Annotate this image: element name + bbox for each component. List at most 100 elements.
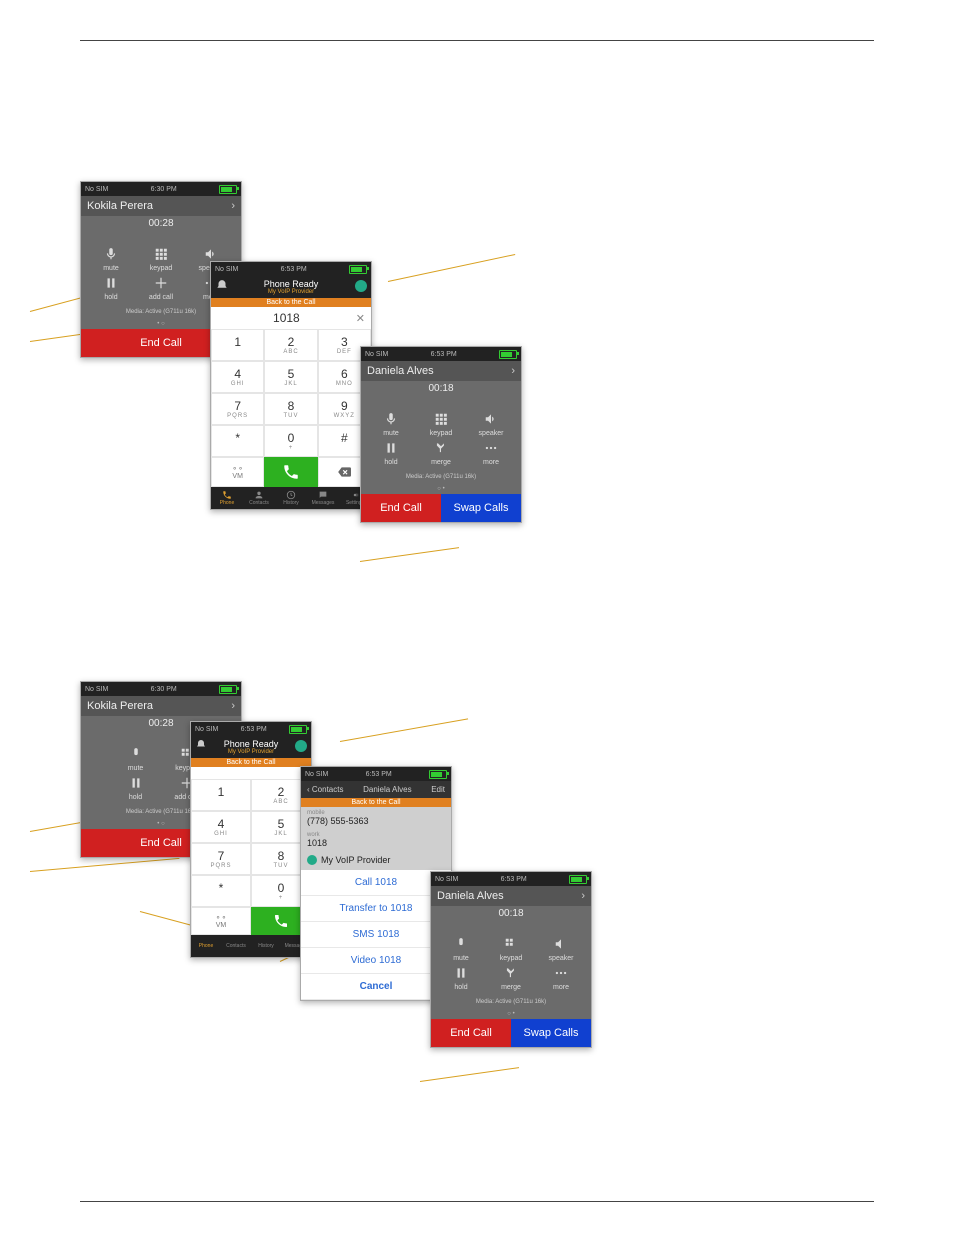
more-button[interactable]: more bbox=[537, 964, 585, 991]
status-time: 6:30 PM bbox=[151, 186, 177, 193]
voip-status-icon bbox=[355, 280, 367, 292]
keypad-icon bbox=[152, 245, 170, 263]
mute-button[interactable]: mute bbox=[111, 745, 160, 772]
hold-button[interactable]: hold bbox=[87, 274, 135, 301]
tab-history[interactable]: History bbox=[275, 487, 307, 509]
battery-icon bbox=[219, 185, 237, 194]
dots-icon bbox=[482, 439, 500, 457]
cancel-action[interactable]: Cancel bbox=[301, 974, 451, 1000]
contact-title: Daniela Alves bbox=[363, 785, 411, 794]
plus-icon bbox=[152, 274, 170, 292]
tab-contacts[interactable]: Contacts bbox=[243, 487, 275, 509]
mute-button[interactable]: mute bbox=[437, 935, 485, 962]
hold-button[interactable]: hold bbox=[367, 439, 415, 466]
tab-history[interactable]: History bbox=[251, 935, 281, 957]
dnd-icon[interactable] bbox=[195, 739, 207, 751]
speaker-button[interactable]: speaker bbox=[537, 935, 585, 962]
phone-call-2b: No SIM 6:53 PM Daniela Alves› 00:18 mute… bbox=[430, 871, 592, 1048]
key-4[interactable]: 4GHI bbox=[211, 361, 264, 393]
chevron-right-icon[interactable]: › bbox=[231, 200, 235, 212]
key-5[interactable]: 5JKL bbox=[264, 361, 317, 393]
call-action[interactable]: Call 1018 bbox=[301, 870, 451, 896]
keypad-button[interactable]: keypad bbox=[417, 410, 465, 437]
chevron-right-icon[interactable]: › bbox=[581, 890, 585, 902]
provider-name: My VoIP Provider bbox=[211, 289, 371, 295]
status-left: No SIM bbox=[215, 266, 238, 273]
voicemail-icon: ⚬⚬ bbox=[232, 465, 244, 473]
status-left: No SIM bbox=[365, 351, 388, 358]
tab-contacts[interactable]: Contacts bbox=[221, 935, 251, 957]
status-left: No SIM bbox=[85, 186, 108, 193]
battery-icon bbox=[499, 350, 517, 359]
key-8[interactable]: 8TUV bbox=[264, 393, 317, 425]
key-1[interactable]: 1 bbox=[211, 329, 264, 361]
key-star[interactable]: * bbox=[211, 425, 264, 457]
work-field[interactable]: work1018 bbox=[301, 829, 451, 851]
phone-dialer-partial: No SIM 6:53 PM Phone ReadyMy VoIP Provid… bbox=[190, 721, 312, 958]
merge-button[interactable]: merge bbox=[487, 964, 535, 991]
pause-icon bbox=[102, 274, 120, 292]
mute-button[interactable]: mute bbox=[367, 410, 415, 437]
speaker-button[interactable]: speaker bbox=[467, 410, 515, 437]
mobile-field[interactable]: mobile(778) 555-5363 bbox=[301, 807, 451, 829]
key-2[interactable]: 2ABC bbox=[264, 329, 317, 361]
call-timer: 00:28 bbox=[81, 216, 241, 239]
tab-bar: Phone Contacts History Messages Settings bbox=[211, 487, 371, 509]
hold-button[interactable]: hold bbox=[111, 774, 160, 801]
back-to-call-banner[interactable]: Back to the Call bbox=[211, 298, 371, 307]
chevron-right-icon[interactable]: › bbox=[231, 700, 235, 712]
voicemail-button[interactable]: ⚬⚬VM bbox=[211, 457, 264, 487]
dialed-number: 1018 bbox=[273, 311, 300, 325]
status-time: 6:53 PM bbox=[431, 351, 457, 358]
add-call-button[interactable]: add call bbox=[137, 274, 185, 301]
status-bar: No SIM 6:30 PM bbox=[81, 182, 241, 196]
mute-button[interactable]: mute bbox=[87, 245, 135, 272]
merge-icon bbox=[432, 439, 450, 457]
caller-name: Kokila Perera bbox=[87, 700, 153, 712]
back-to-call-banner[interactable]: Back to the Call bbox=[301, 798, 451, 807]
transfer-action[interactable]: Transfer to 1018 bbox=[301, 896, 451, 922]
phone-ready: Phone Ready bbox=[211, 279, 371, 289]
pause-icon bbox=[382, 439, 400, 457]
clear-icon[interactable]: ✕ bbox=[356, 312, 365, 325]
merge-button[interactable]: merge bbox=[417, 439, 465, 466]
voicemail-button[interactable]: ⚬⚬VM bbox=[191, 907, 251, 935]
keypad-button[interactable]: keypad bbox=[487, 935, 535, 962]
chevron-right-icon[interactable]: › bbox=[511, 365, 515, 377]
mic-icon bbox=[382, 410, 400, 428]
voip-provider-row: My VoIP Provider bbox=[301, 851, 451, 869]
video-action[interactable]: Video 1018 bbox=[301, 948, 451, 974]
key-4[interactable]: 4GHI bbox=[191, 811, 251, 843]
tab-phone[interactable]: Phone bbox=[211, 487, 243, 509]
edit-button[interactable]: Edit bbox=[431, 785, 445, 794]
key-star[interactable]: * bbox=[191, 875, 251, 907]
more-button[interactable]: more bbox=[467, 439, 515, 466]
battery-icon bbox=[349, 265, 367, 274]
page-dots: ○ • bbox=[361, 484, 521, 494]
key-1[interactable]: 1 bbox=[191, 779, 251, 811]
hold-button[interactable]: hold bbox=[437, 964, 485, 991]
keypad-button[interactable]: keypad bbox=[137, 245, 185, 272]
dial-button[interactable] bbox=[264, 457, 317, 487]
back-button[interactable]: ‹ Contacts bbox=[307, 785, 343, 794]
swap-calls-button[interactable]: Swap Calls bbox=[441, 494, 521, 522]
status-bar: No SIM 6:53 PM bbox=[211, 262, 371, 276]
status-bar: No SIM 6:53 PM bbox=[361, 347, 521, 361]
sms-action[interactable]: SMS 1018 bbox=[301, 922, 451, 948]
dnd-icon[interactable] bbox=[215, 279, 229, 293]
dialer-header: Phone Ready My VoIP Provider bbox=[211, 276, 371, 298]
back-to-call-banner[interactable]: Back to the Call bbox=[191, 758, 311, 767]
swap-calls-button[interactable]: Swap Calls bbox=[511, 1019, 591, 1047]
mic-icon bbox=[102, 245, 120, 263]
key-7[interactable]: 7PQRS bbox=[211, 393, 264, 425]
status-bar: No SIM 6:30 PM bbox=[81, 682, 241, 696]
caller-name: Daniela Alves bbox=[437, 890, 504, 902]
end-call-button[interactable]: End Call bbox=[431, 1019, 511, 1047]
caller-name: Kokila Perera bbox=[87, 200, 153, 212]
key-7[interactable]: 7PQRS bbox=[191, 843, 251, 875]
call-timer: 00:18 bbox=[361, 381, 521, 404]
key-0[interactable]: 0+ bbox=[264, 425, 317, 457]
end-call-button[interactable]: End Call bbox=[361, 494, 441, 522]
tab-phone[interactable]: Phone bbox=[191, 935, 221, 957]
tab-messages[interactable]: Messages bbox=[307, 487, 339, 509]
